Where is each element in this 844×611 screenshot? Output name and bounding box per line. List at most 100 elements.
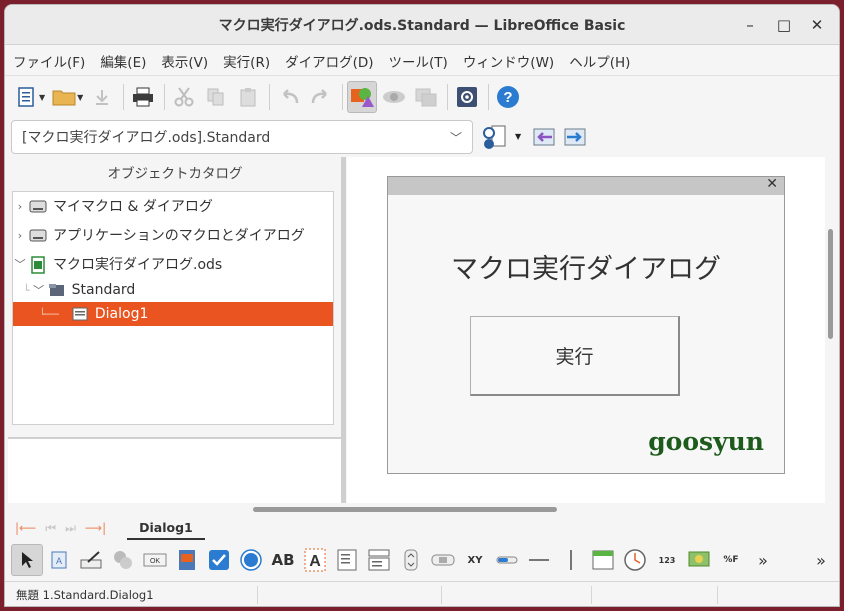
vertical-line-icon[interactable] — [555, 544, 587, 576]
vertical-scrollbar[interactable] — [825, 157, 839, 503]
numeric-field-icon[interactable]: 123 — [651, 544, 683, 576]
window-title: マクロ実行ダイアログ.ods.Standard — LibreOffice Ba… — [218, 17, 626, 34]
tree-item-my-macros[interactable]: › マイマクロ & ダイアログ — [13, 194, 333, 218]
export-dialog-icon[interactable] — [563, 127, 587, 151]
close-icon[interactable]: ✕ — [766, 176, 778, 192]
push-button-icon[interactable]: OK — [139, 544, 171, 576]
scroll-bar-icon[interactable] — [427, 544, 459, 576]
library-select-value: [マクロ実行ダイアログ.ods].Standard — [22, 130, 271, 146]
macro-settings-icon[interactable] — [452, 81, 482, 113]
object-catalog-tree: › マイマクロ & ダイアログ › アプリケーションのマクロとダイアログ ﹀ マ… — [12, 191, 334, 425]
object-catalog-panel: オブジェクトカタログ › マイマクロ & ダイアログ › アプリケーションのマク… — [5, 157, 345, 503]
save-icon[interactable] — [87, 81, 117, 113]
dialog-label[interactable]: マクロ実行ダイアログ — [388, 247, 784, 286]
scroll-thumb[interactable] — [253, 507, 557, 512]
cut-icon[interactable] — [169, 81, 199, 113]
menu-dialog[interactable]: ダイアログ(D) — [285, 51, 373, 71]
horizontal-line-icon[interactable] — [523, 544, 555, 576]
scroll-thumb[interactable] — [828, 229, 833, 339]
menu-help[interactable]: ヘルプ(H) — [569, 51, 630, 71]
undo-icon[interactable] — [274, 81, 304, 113]
svg-text:OK: OK — [150, 558, 160, 565]
manage-breakpoints-icon[interactable] — [411, 81, 441, 113]
library-icon — [48, 282, 66, 298]
minimize-icon[interactable]: – — [739, 14, 761, 36]
help-icon[interactable]: ? — [493, 81, 523, 113]
tree-item-dialog1[interactable]: └── Dialog1 — [13, 302, 333, 326]
list-box-icon[interactable] — [331, 544, 363, 576]
progress-bar-icon[interactable] — [491, 544, 523, 576]
edit-control-icon[interactable] — [75, 544, 107, 576]
library-select[interactable]: [マクロ実行ダイアログ.ods].Standard ﹀ — [11, 120, 473, 154]
maximize-icon[interactable]: □ — [773, 14, 795, 36]
new-document-icon[interactable] — [11, 81, 41, 113]
dialog-editor: ✕ マクロ実行ダイアログ 実行 goosyun — [347, 157, 825, 503]
close-icon[interactable]: ✕ — [806, 14, 828, 36]
svg-text:A: A — [309, 553, 321, 570]
drive-icon — [29, 227, 47, 243]
chevron-right-icon[interactable]: › — [13, 200, 27, 213]
combo-box-icon[interactable] — [363, 544, 395, 576]
last-tab-icon[interactable]: ⟶| — [85, 521, 106, 535]
formatted-field-icon[interactable]: %F — [715, 544, 747, 576]
option-button-icon[interactable] — [235, 544, 267, 576]
select-pointer-icon[interactable] — [11, 544, 43, 576]
more-controls-icon[interactable]: » — [747, 544, 779, 576]
dialog-title-bar: ✕ — [388, 176, 784, 195]
overflow-icon[interactable]: » — [805, 544, 837, 576]
chevron-right-icon[interactable]: › — [13, 229, 27, 242]
import-dialog-icon[interactable] — [532, 127, 556, 151]
tree-item-standard[interactable]: └ ﹀ Standard — [13, 278, 333, 302]
brand-label[interactable]: goosyun — [648, 427, 764, 456]
currency-field-icon[interactable] — [683, 544, 715, 576]
checkbox-icon[interactable] — [203, 544, 235, 576]
paste-icon[interactable] — [233, 81, 263, 113]
run-button[interactable]: 実行 — [470, 316, 680, 396]
svg-text:A: A — [56, 556, 62, 566]
previous-tab-icon[interactable]: ⏮ — [45, 521, 56, 536]
open-folder-icon[interactable] — [49, 81, 79, 113]
spreadsheet-icon — [29, 256, 47, 274]
menu-window[interactable]: ウィンドウ(W) — [463, 51, 554, 71]
redo-icon[interactable] — [306, 81, 336, 113]
drive-icon — [29, 198, 47, 214]
pane-splitter[interactable] — [341, 157, 346, 503]
tree-item-application-macros[interactable]: › アプリケーションのマクロとダイアログ — [13, 223, 333, 247]
status-text: 無題 1.Standard.Dialog1 — [16, 588, 154, 602]
test-mode-icon[interactable] — [379, 81, 409, 113]
time-field-icon[interactable] — [619, 544, 651, 576]
menu-bar: ファイル(F) 編集(E) 表示(V) 実行(R) ダイアログ(D) ツール(T… — [5, 46, 839, 76]
standard-toolbar: ▼ ▼ ? — [5, 77, 839, 117]
menu-run[interactable]: 実行(R) — [223, 51, 270, 71]
tab-dialog1[interactable]: Dialog1 — [127, 516, 205, 540]
tree-item-document[interactable]: ﹀ マクロ実行ダイアログ.ods — [13, 252, 333, 276]
horizontal-scrollbar[interactable] — [5, 503, 839, 515]
svg-text:?: ? — [504, 89, 513, 106]
date-field-icon[interactable] — [587, 544, 619, 576]
image-button-icon[interactable]: A — [43, 544, 75, 576]
spin-button-icon[interactable] — [395, 544, 427, 576]
print-icon[interactable] — [128, 81, 158, 113]
copy-icon[interactable] — [201, 81, 231, 113]
next-tab-icon[interactable]: ⏭ — [65, 521, 76, 536]
label-field-icon[interactable]: AB — [267, 544, 299, 576]
object-catalog-title: オブジェクトカタログ — [107, 166, 243, 182]
menu-file[interactable]: ファイル(F) — [13, 51, 85, 71]
dialog-preview[interactable]: ✕ マクロ実行ダイアログ 実行 goosyun — [387, 176, 785, 474]
chevron-down-icon[interactable]: ﹀ — [13, 256, 27, 272]
library-bar: [マクロ実行ダイアログ.ods].Standard ﹀ ▼ — [5, 117, 839, 157]
menu-edit[interactable]: 編集(E) — [100, 51, 146, 71]
menu-view[interactable]: 表示(V) — [161, 51, 208, 71]
group-box-icon[interactable] — [107, 544, 139, 576]
menu-tools[interactable]: ツール(T) — [389, 51, 448, 71]
text-box-icon[interactable]: A — [299, 544, 331, 576]
image-control-icon[interactable] — [171, 544, 203, 576]
choose-control-icon[interactable] — [483, 124, 509, 154]
first-tab-icon[interactable]: |⟵ — [15, 521, 36, 535]
chevron-down-icon[interactable]: ﹀ — [32, 282, 46, 298]
choose-dropdown-icon[interactable]: ▼ — [515, 132, 521, 141]
tab-bar: |⟵ ⏮ ⏭ ⟶| Dialog1 — [5, 515, 839, 541]
insert-controls-icon[interactable] — [347, 81, 378, 113]
xy-control-icon[interactable]: XY — [459, 544, 491, 576]
controls-toolbar: A OK AB A XY 123 %F » » — [5, 541, 839, 579]
